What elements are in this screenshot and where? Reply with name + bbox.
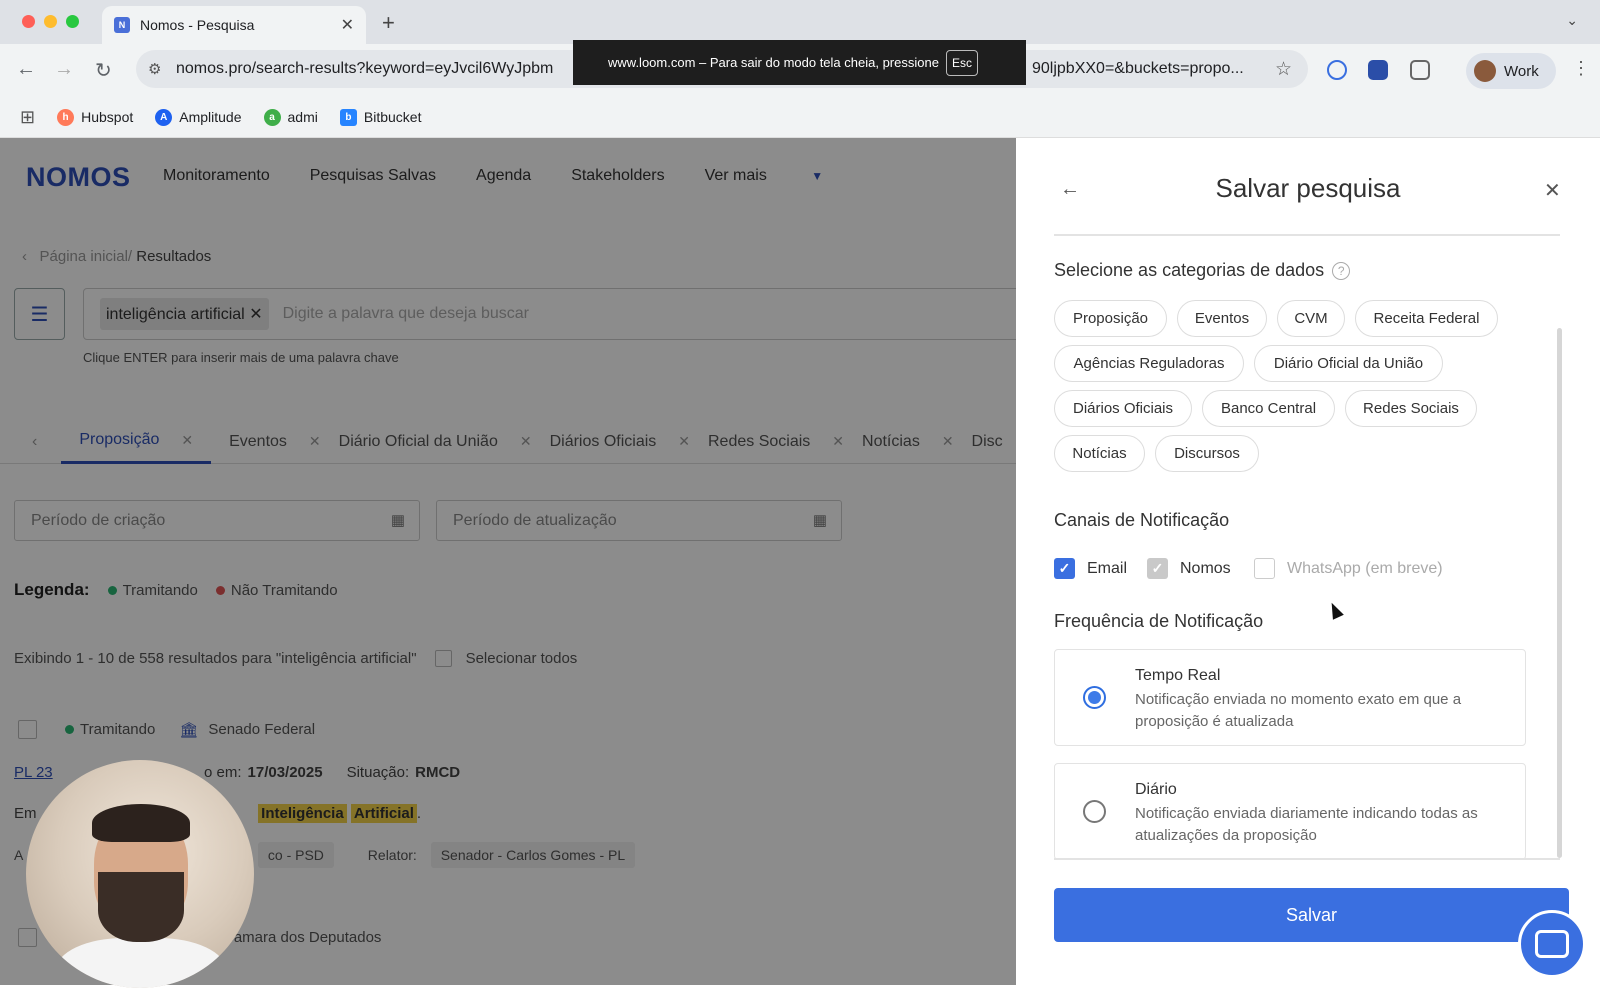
option-description: Notificação enviada no momento exato em … bbox=[1135, 691, 1462, 730]
save-button[interactable]: Salvar bbox=[1054, 888, 1569, 942]
save-search-drawer: ← Salvar pesquisa ✕ Selecione as categor… bbox=[1016, 138, 1600, 985]
category-pill-discursos[interactable]: Discursos bbox=[1155, 435, 1259, 472]
profile-avatar bbox=[1474, 60, 1496, 82]
fullscreen-notice: www.loom.com – Para sair do modo tela ch… bbox=[573, 40, 1026, 85]
category-pill-diarios-oficiais[interactable]: Diários Oficiais bbox=[1054, 390, 1192, 427]
fullscreen-notice-text: www.loom.com – Para sair do modo tela ch… bbox=[608, 55, 939, 70]
new-tab-plus-icon[interactable]: + bbox=[382, 10, 395, 36]
profile-button[interactable]: Work bbox=[1466, 53, 1556, 89]
drawer-title: Salvar pesquisa bbox=[1215, 173, 1401, 203]
close-icon[interactable]: ✕ bbox=[1544, 178, 1561, 203]
extension-shield-icon[interactable] bbox=[1368, 60, 1388, 80]
admi-icon: a bbox=[263, 108, 281, 126]
option-title: Diário bbox=[1135, 781, 1177, 798]
extension-onepassword-icon[interactable] bbox=[1327, 60, 1347, 80]
option-description: Notificação enviada diariamente indicand… bbox=[1135, 805, 1478, 844]
category-pill-eventos[interactable]: Eventos bbox=[1177, 300, 1267, 337]
maximize-window-button[interactable] bbox=[66, 15, 79, 28]
browser-menu-icon[interactable]: ⋮ bbox=[1572, 58, 1590, 79]
channel-email[interactable]: ✓ Email bbox=[1054, 558, 1127, 579]
frequency-option-diario[interactable]: Diário Notificação enviada diariamente i… bbox=[1054, 763, 1526, 860]
category-pill-diario-oficial-uniao[interactable]: Diário Oficial da União bbox=[1254, 345, 1443, 382]
category-pill-noticias[interactable]: Notícias bbox=[1054, 435, 1145, 472]
category-pill-banco-central[interactable]: Banco Central bbox=[1202, 390, 1335, 427]
category-pill-cvm[interactable]: CVM bbox=[1277, 300, 1345, 337]
url-text-tail: 90ljpbXX0=&buckets=propo... bbox=[1032, 60, 1244, 77]
nomos-checkbox-checked-disabled: ✓ bbox=[1147, 558, 1168, 579]
bookmark-hubspot[interactable]: h Hubspot bbox=[57, 108, 133, 126]
browser-tab-title: Nomos - Pesquisa bbox=[140, 17, 255, 33]
url-text: nomos.pro/search-results?keyword=eyJvcil… bbox=[176, 60, 554, 77]
apps-grid-icon[interactable]: ⊞ bbox=[20, 107, 35, 128]
bookmark-amplitude[interactable]: A Amplitude bbox=[155, 108, 242, 126]
bookmark-bitbucket[interactable]: b Bitbucket bbox=[339, 108, 421, 126]
radio-selected[interactable] bbox=[1083, 686, 1106, 709]
presenter-hair bbox=[92, 804, 190, 842]
hubspot-icon: h bbox=[57, 108, 75, 126]
chat-support-button[interactable] bbox=[1518, 910, 1586, 978]
frequency-label: Frequência de Notificação bbox=[1054, 611, 1264, 631]
nomos-favicon-icon: N bbox=[114, 17, 130, 33]
bookmark-admi[interactable]: a admi bbox=[263, 108, 318, 126]
close-tab-icon[interactable]: ✕ bbox=[341, 15, 354, 35]
frequency-option-tempo-real[interactable]: Tempo Real Notificação enviada no moment… bbox=[1054, 649, 1526, 746]
minimize-window-button[interactable] bbox=[44, 15, 57, 28]
reload-icon[interactable]: ↻ bbox=[95, 58, 112, 83]
back-arrow-icon[interactable]: ← bbox=[16, 58, 36, 81]
footer-divider bbox=[1054, 858, 1560, 860]
amplitude-icon: A bbox=[155, 108, 173, 126]
bookmarks-bar: ⊞ h Hubspot A Amplitude a admi b Bitbucket bbox=[0, 97, 1600, 138]
channel-whatsapp: WhatsApp (em breve) bbox=[1254, 558, 1443, 579]
email-checkbox-checked[interactable]: ✓ bbox=[1054, 558, 1075, 579]
browser-tab-active[interactable]: N Nomos - Pesquisa ✕ bbox=[102, 6, 366, 44]
profile-label: Work bbox=[1504, 62, 1539, 80]
whatsapp-checkbox-disabled bbox=[1254, 558, 1275, 579]
extensions-puzzle-icon[interactable] bbox=[1410, 60, 1430, 80]
channel-nomos[interactable]: ✓ Nomos bbox=[1147, 558, 1231, 579]
presenter-shirt bbox=[56, 938, 226, 988]
close-window-button[interactable] bbox=[22, 15, 35, 28]
option-title: Tempo Real bbox=[1135, 667, 1221, 684]
category-pill-redes-sociais[interactable]: Redes Sociais bbox=[1345, 390, 1477, 427]
category-pill-agencias-reguladoras[interactable]: Agências Reguladoras bbox=[1054, 345, 1244, 382]
radio-unselected[interactable] bbox=[1083, 800, 1106, 823]
categories-label: Selecione as categorias de dados? bbox=[1054, 260, 1351, 281]
drawer-scrollbar[interactable] bbox=[1557, 328, 1562, 858]
presenter-beard bbox=[98, 872, 184, 942]
chat-bubble-icon bbox=[1535, 930, 1569, 958]
category-pill-proposicao[interactable]: Proposição bbox=[1054, 300, 1167, 337]
category-pill-receita-federal[interactable]: Receita Federal bbox=[1355, 300, 1498, 337]
esc-key-badge: Esc bbox=[945, 49, 978, 76]
channels-label: Canais de Notificação bbox=[1054, 510, 1230, 530]
help-icon[interactable]: ? bbox=[1332, 262, 1351, 281]
tab-search-chevron-icon[interactable]: ⌄ bbox=[1566, 12, 1578, 29]
forward-arrow-icon[interactable]: → bbox=[54, 58, 74, 81]
loom-webcam-bubble[interactable] bbox=[26, 760, 254, 988]
bookmark-star-icon[interactable]: ☆ bbox=[1275, 58, 1292, 81]
site-settings-icon[interactable]: ⚙ bbox=[148, 60, 161, 78]
header-divider bbox=[1054, 234, 1560, 236]
bitbucket-icon: b bbox=[339, 108, 357, 126]
browser-tab-strip: N Nomos - Pesquisa ✕ + ⌄ bbox=[0, 0, 1600, 44]
